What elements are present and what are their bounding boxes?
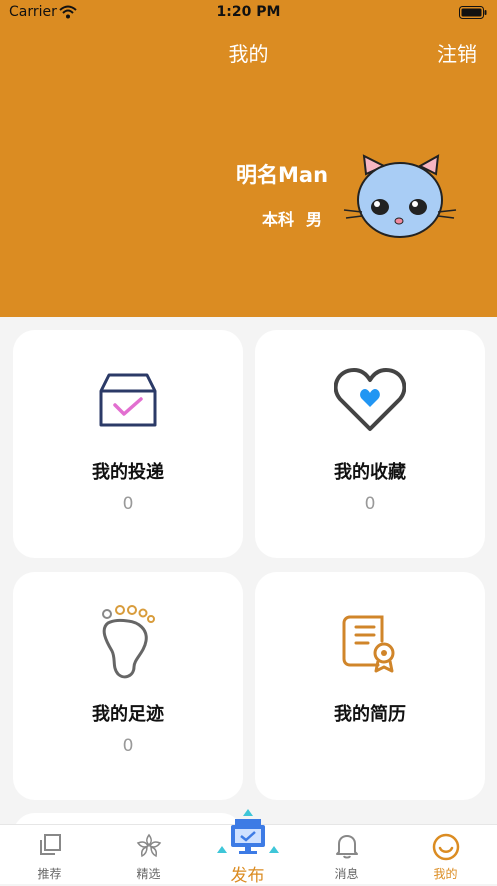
tab-messages[interactable]: 消息 [297, 825, 396, 884]
logout-button[interactable]: 注销 [437, 38, 477, 67]
heart-icon [255, 360, 485, 440]
card-my-applications[interactable]: 我的投递 0 [13, 330, 243, 558]
tab-mine[interactable]: 我的 [396, 825, 495, 884]
publish-icon [198, 809, 297, 855]
card-label: 我的简历 [334, 704, 406, 725]
card-label: 我的足迹 [92, 704, 164, 725]
tab-featured[interactable]: 精选 [99, 825, 198, 884]
page-title: 我的 [228, 42, 269, 66]
inbox-check-icon [13, 360, 243, 440]
card-my-footprints[interactable]: 我的足迹 0 [13, 572, 243, 800]
tab-label: 发布 [230, 866, 265, 886]
bell-icon [297, 833, 396, 859]
tab-recommend[interactable]: 推荐 [0, 825, 99, 884]
tab-bar: 推荐 精选 发布 消息 我的 [0, 809, 497, 886]
card-label: 我的收藏 [334, 462, 406, 483]
cat-avatar-icon[interactable] [342, 152, 458, 248]
card-label: 我的投递 [92, 462, 164, 483]
flower-icon [99, 833, 198, 859]
status-time: 1:20 PM [216, 4, 281, 20]
card-count: 0 [364, 494, 376, 514]
user-name: 明名Man [236, 163, 329, 187]
card-count: 0 [122, 494, 134, 514]
user-education: 本科 [262, 210, 295, 229]
tab-label: 推荐 [37, 867, 62, 881]
layers-icon [0, 833, 99, 859]
status-bar: Carrier 1:20 PM [0, 0, 497, 26]
user-info: 本科男 [262, 206, 334, 230]
card-my-resume[interactable]: 我的简历 [255, 572, 485, 800]
footprint-icon [13, 602, 243, 682]
card-count: 0 [122, 736, 134, 756]
smile-icon [396, 833, 495, 861]
tab-label: 消息 [334, 867, 359, 881]
card-my-favorites[interactable]: 我的收藏 0 [255, 330, 485, 558]
resume-certificate-icon [255, 602, 485, 682]
battery-icon [459, 6, 487, 23]
tab-label: 我的 [433, 867, 458, 881]
tab-publish[interactable]: 发布 [198, 809, 297, 886]
user-gender: 男 [306, 210, 323, 229]
tab-label: 精选 [136, 867, 161, 881]
profile-header: 我的 注销 明名Man 本科男 [0, 0, 497, 317]
